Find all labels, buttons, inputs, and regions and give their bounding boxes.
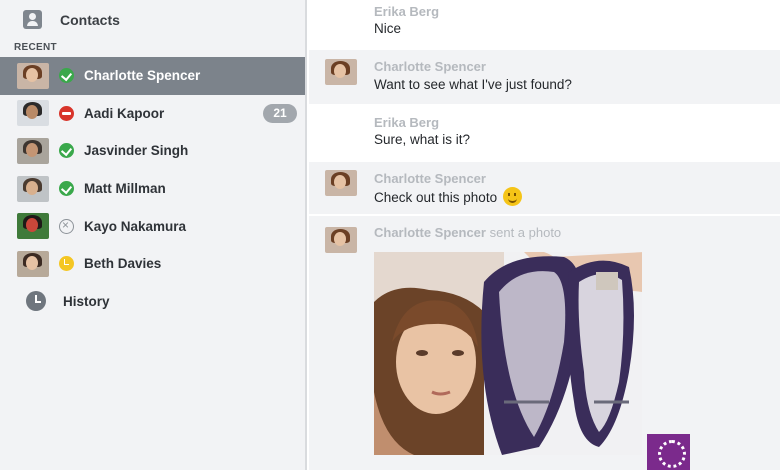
contact-item-matt-millman[interactable]: Matt Millman xyxy=(0,170,305,208)
watermark-logo xyxy=(647,434,690,470)
message: Erika Berg Nice xyxy=(309,0,780,48)
contact-name: Aadi Kapoor xyxy=(84,105,165,121)
contact-item-beth-davies[interactable]: Beth Davies xyxy=(0,245,305,283)
busy-status-icon xyxy=(59,105,74,121)
contact-name: Matt Millman xyxy=(84,181,166,197)
contact-item-jasvinder-singh[interactable]: Jasvinder Singh xyxy=(0,132,305,170)
avatar xyxy=(17,175,49,202)
shared-photo-image xyxy=(374,252,642,455)
sidebar: Contacts RECENT Charlotte Spencer Aadi K… xyxy=(0,0,307,470)
avatar xyxy=(325,59,357,85)
avatar xyxy=(17,62,49,89)
history-label: History xyxy=(63,293,110,309)
message: Charlotte Spencer Check out this photo xyxy=(309,162,780,214)
message-sender: Erika Berg xyxy=(374,4,440,19)
message-text: Want to see what I've just found? xyxy=(374,77,572,92)
online-status-icon xyxy=(59,143,74,159)
message-sender: Charlotte Spencer sent a photo xyxy=(374,225,561,240)
away-status-icon xyxy=(59,256,74,272)
message-sender: Erika Berg xyxy=(374,115,440,130)
message: Erika Berg Sure, what is it? xyxy=(309,106,780,160)
shared-photo[interactable] xyxy=(374,252,642,455)
avatar xyxy=(17,137,49,164)
contact-item-charlotte-spencer[interactable]: Charlotte Spencer xyxy=(0,57,305,95)
contacts-book-icon xyxy=(23,10,42,29)
recent-section-label: RECENT xyxy=(14,42,57,53)
message-text: Check out this photo xyxy=(374,187,523,206)
conversation-pane: Erika Berg Nice Charlotte Spencer Want t… xyxy=(309,0,780,470)
clock-icon xyxy=(26,291,46,312)
message-text: Sure, what is it? xyxy=(374,132,471,147)
contact-name: Charlotte Spencer xyxy=(84,68,201,84)
message-note: sent a photo xyxy=(489,225,562,240)
avatar xyxy=(325,227,357,253)
contacts-label: Contacts xyxy=(60,11,120,28)
smiley-emoji-icon xyxy=(503,187,523,206)
contact-item-kayo-nakamura[interactable]: Kayo Nakamura xyxy=(0,207,305,245)
avatar xyxy=(17,250,49,277)
avatar xyxy=(17,213,49,240)
message-text: Nice xyxy=(374,21,402,36)
message: Charlotte Spencer Want to see what I've … xyxy=(309,50,780,104)
message-sender: Charlotte Spencer xyxy=(374,59,486,74)
contact-item-aadi-kapoor[interactable]: Aadi Kapoor 21 xyxy=(0,95,305,133)
history-item[interactable]: History xyxy=(0,283,305,320)
contact-name: Beth Davies xyxy=(84,256,162,272)
contact-name: Jasvinder Singh xyxy=(84,143,189,159)
online-status-icon xyxy=(59,181,74,197)
contacts-header[interactable]: Contacts xyxy=(0,0,305,39)
avatar xyxy=(325,170,357,196)
message-sender-name: Charlotte Spencer xyxy=(374,225,486,240)
message-text-content: Check out this photo xyxy=(374,190,498,205)
contact-name: Kayo Nakamura xyxy=(84,218,187,234)
unread-count-badge: 21 xyxy=(263,103,297,123)
message-sender: Charlotte Spencer xyxy=(374,171,486,186)
online-status-icon xyxy=(59,68,74,84)
offline-status-icon xyxy=(59,218,74,234)
avatar xyxy=(17,100,49,127)
